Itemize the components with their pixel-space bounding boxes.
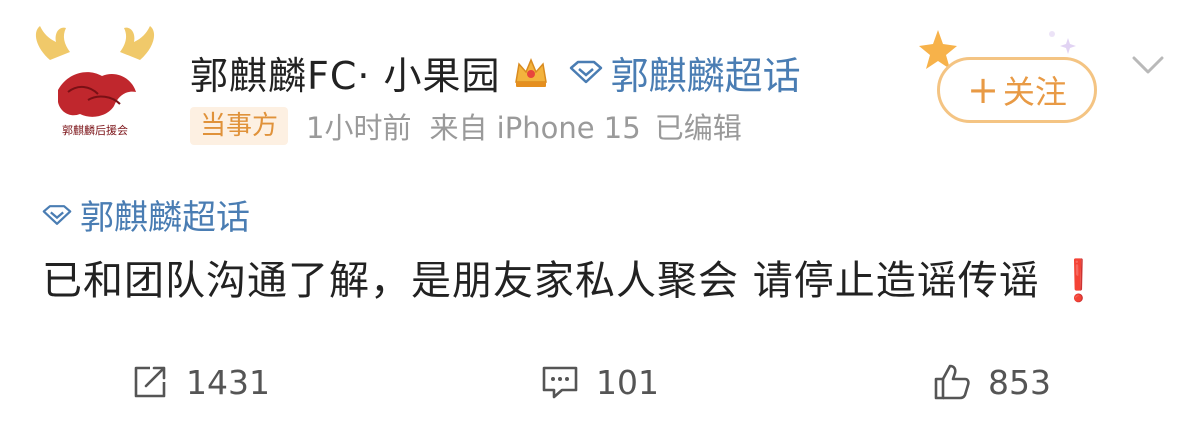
party-badge: 当事方 [190,107,289,145]
plus-icon: + [967,68,999,112]
super-topic-diamond-icon [569,60,602,84]
like-count: 853 [988,362,1051,402]
super-topic-diamond-icon [42,204,72,225]
super-topic-link-inline[interactable]: 郭麒麟超话 [569,45,801,100]
comment-button[interactable]: 101 [540,362,659,402]
post-content: 已和团队沟通了解，是朋友家私人聚会 请停止造谣传谣 ❗ [42,248,1104,306]
author-row: 郭麒麟FC· 小果园 郭麒麟超话 [190,44,801,100]
chevron-down-icon[interactable] [1128,50,1168,80]
repost-count: 1431 [186,362,270,402]
repost-icon [134,366,166,398]
comment-icon [542,366,578,399]
super-topic-tag[interactable]: 郭麒麟超话 [42,190,250,239]
username[interactable]: 郭麒麟FC· 小果园 [190,45,501,100]
like-button[interactable]: 853 [932,362,1051,402]
repost-button[interactable]: 1431 [130,362,270,402]
follow-button[interactable]: + 关注 [937,57,1097,123]
post-meta: 当事方 1小时前 来自 iPhone 15 已编辑 [190,106,742,146]
post-source: 来自 iPhone 15 [429,111,641,145]
exclamation-emoji: ❗ [1053,258,1105,304]
post-content-text: 已和团队沟通了解，是朋友家私人聚会 请停止造谣传谣 [42,258,1040,304]
super-topic-label: 郭麒麟超话 [610,53,801,98]
avatar[interactable]: 郭麒麟后援会 [28,20,162,154]
thumbs-up-icon [934,364,970,400]
follow-label: 关注 [1002,73,1067,111]
avatar-caption: 郭麒麟后援会 [62,124,128,137]
super-topic-tag-label: 郭麒麟超话 [80,198,250,238]
edited-label: 已编辑 [654,111,742,145]
post-time: 1小时前 [306,111,412,145]
comment-count: 101 [596,362,659,402]
crown-icon [514,58,547,87]
